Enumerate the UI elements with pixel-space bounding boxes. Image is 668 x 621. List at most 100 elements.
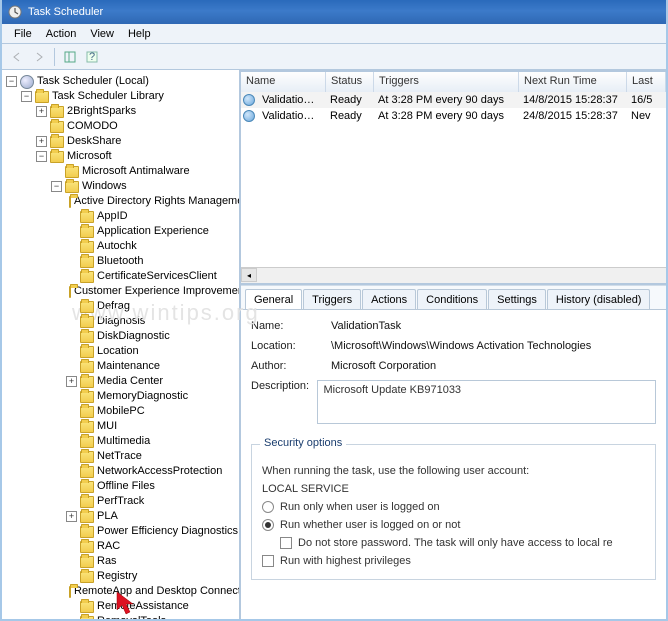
tree-node[interactable]: −Task Scheduler (Local) [6, 74, 239, 89]
tree-node[interactable]: +2BrightSparks [6, 104, 239, 119]
tree-label: Autochk [97, 239, 137, 254]
column-headers[interactable]: Name Status Triggers Next Run Time Last [241, 72, 666, 92]
tree-node[interactable]: NetworkAccessProtection [6, 464, 239, 479]
menu-action[interactable]: Action [40, 26, 83, 42]
tree-node[interactable]: NetTrace [6, 449, 239, 464]
run-logged-on-radio[interactable]: Run only when user is logged on [262, 501, 645, 513]
expand-icon[interactable]: + [66, 376, 77, 387]
tree-label: Power Efficiency Diagnostics [97, 524, 238, 539]
h-scrollbar[interactable]: ◂ [241, 267, 666, 283]
tab-conditions[interactable]: Conditions [417, 289, 487, 309]
tree-node[interactable]: Power Efficiency Diagnostics [6, 524, 239, 539]
tree-node[interactable]: −Windows [6, 179, 239, 194]
run-whether-radio[interactable]: Run whether user is logged on or not [262, 519, 645, 531]
tree-node[interactable]: Offline Files [6, 479, 239, 494]
tree-pane[interactable]: −Task Scheduler (Local)−Task Scheduler L… [2, 70, 241, 619]
tree-node[interactable]: +Media Center [6, 374, 239, 389]
scroll-left-icon[interactable]: ◂ [241, 268, 257, 282]
tree-node[interactable]: Customer Experience Improvement Pr [6, 284, 239, 299]
tree-node[interactable]: +DeskShare [6, 134, 239, 149]
tree-node[interactable]: RAC [6, 539, 239, 554]
location-value: \Microsoft\Windows\Windows Activation Te… [331, 340, 591, 352]
tree-node[interactable]: AppID [6, 209, 239, 224]
tree-node[interactable]: Microsoft Antimalware [6, 164, 239, 179]
expand-icon[interactable]: + [66, 511, 77, 522]
tab-general[interactable]: General [245, 289, 302, 309]
security-account: LOCAL SERVICE [262, 483, 645, 495]
help-button[interactable]: ? [83, 48, 101, 66]
tab-history-disabled-[interactable]: History (disabled) [547, 289, 651, 309]
tree-label: RAC [97, 539, 120, 554]
tree-node[interactable]: PerfTrack [6, 494, 239, 509]
tree-node[interactable]: Defrag [6, 299, 239, 314]
col-next[interactable]: Next Run Time [519, 72, 627, 92]
tree-node[interactable]: Registry [6, 569, 239, 584]
folder-icon [69, 196, 71, 208]
folder-icon [50, 151, 64, 163]
expand-icon[interactable]: + [36, 136, 47, 147]
tree-node[interactable]: +PLA [6, 509, 239, 524]
col-last[interactable]: Last [627, 72, 666, 92]
menu-view[interactable]: View [84, 26, 120, 42]
svg-text:?: ? [89, 51, 95, 63]
col-name[interactable]: Name [241, 72, 326, 92]
tree-node[interactable]: Diagnosis [6, 314, 239, 329]
folder-icon [80, 451, 94, 463]
folder-icon [35, 91, 49, 103]
menu-file[interactable]: File [8, 26, 38, 42]
tree-node[interactable]: −Task Scheduler Library [6, 89, 239, 104]
tab-settings[interactable]: Settings [488, 289, 546, 309]
tree-node[interactable]: MemoryDiagnostic [6, 389, 239, 404]
description-label: Description: [251, 380, 317, 392]
col-status[interactable]: Status [326, 72, 374, 92]
expand-icon[interactable]: + [36, 106, 47, 117]
cell-next: 14/8/2015 15:28:37 [518, 94, 626, 106]
tree-node[interactable]: Application Experience [6, 224, 239, 239]
tree-node[interactable]: − Microsoft [6, 149, 239, 164]
toolbar-separator [54, 48, 55, 66]
tree-node[interactable]: CertificateServicesClient [6, 269, 239, 284]
no-store-password-checkbox[interactable]: Do not store password. The task will onl… [262, 537, 645, 549]
highest-privileges-checkbox[interactable]: Run with highest privileges [262, 555, 645, 567]
menu-help[interactable]: Help [122, 26, 157, 42]
description-value[interactable]: Microsoft Update KB971033 [317, 380, 656, 424]
forward-button[interactable] [30, 48, 48, 66]
tree-label: Diagnosis [97, 314, 145, 329]
location-label: Location: [251, 340, 331, 352]
tree-node[interactable]: Bluetooth [6, 254, 239, 269]
radio-icon [262, 501, 274, 513]
tree-node[interactable]: COMODO [6, 119, 239, 134]
folder-icon [69, 586, 71, 598]
tab-actions[interactable]: Actions [362, 289, 416, 309]
col-triggers[interactable]: Triggers [374, 72, 519, 92]
checkbox-icon [280, 537, 292, 549]
tree-node[interactable]: Autochk [6, 239, 239, 254]
tree-node[interactable]: Active Directory Rights Management S [6, 194, 239, 209]
folder-icon [80, 301, 94, 313]
back-button[interactable] [8, 48, 26, 66]
tree-node[interactable]: MobilePC [6, 404, 239, 419]
tree-node[interactable]: Location [6, 344, 239, 359]
expand-icon[interactable]: − [51, 181, 62, 192]
folder-icon [80, 421, 94, 433]
tree-pane-button[interactable] [61, 48, 79, 66]
tab-bar: GeneralTriggersActionsConditionsSettings… [241, 285, 666, 309]
tree-node[interactable]: Maintenance [6, 359, 239, 374]
tree-label: Microsoft [67, 149, 112, 164]
expand-icon[interactable]: − [36, 151, 47, 162]
folder-icon [80, 601, 94, 613]
folder-icon [50, 136, 64, 148]
folder-icon [80, 241, 94, 253]
task-list[interactable]: Name Status Triggers Next Run Time Last … [241, 70, 666, 285]
tree-node[interactable]: MUI [6, 419, 239, 434]
tree-node[interactable]: DiskDiagnostic [6, 329, 239, 344]
task-row[interactable]: ValidationT...ReadyAt 3:28 PM every 90 d… [241, 92, 666, 108]
expand-icon[interactable]: − [6, 76, 17, 87]
titlebar: Task Scheduler [2, 0, 666, 24]
expand-icon[interactable]: − [21, 91, 32, 102]
task-row[interactable]: ValidationT...ReadyAt 3:28 PM every 90 d… [241, 108, 666, 124]
tree-label: Application Experience [97, 224, 209, 239]
tree-node[interactable]: Multimedia [6, 434, 239, 449]
tab-triggers[interactable]: Triggers [303, 289, 361, 309]
tree-node[interactable]: Ras [6, 554, 239, 569]
